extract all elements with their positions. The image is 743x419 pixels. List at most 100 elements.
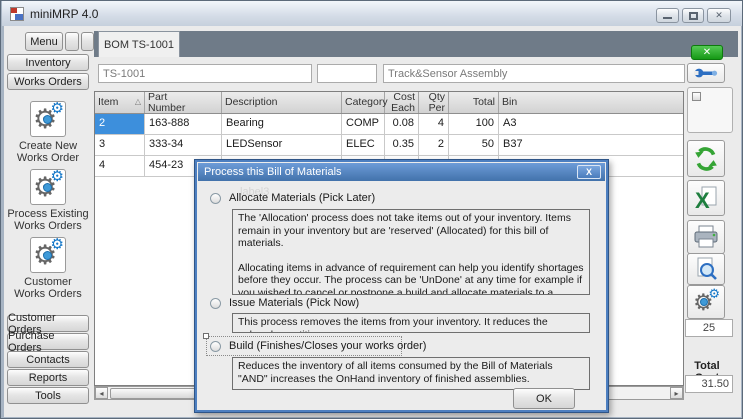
table-row[interactable]: 2 163-888 Bearing COMP 0.08 4 100 A3 (95, 114, 683, 135)
cell-item[interactable]: 3 (95, 135, 145, 155)
gears-icon: ⚙ ⚙ (691, 287, 721, 317)
part-number-field[interactable] (98, 64, 312, 83)
gears-icon: ⚙⚙ (31, 170, 65, 204)
selection-handle (203, 333, 209, 339)
toolbar-small-button-2[interactable] (81, 32, 94, 51)
issue-materials-label: Issue Materials (Pick Now) (229, 297, 359, 309)
cell-category[interactable]: COMP (342, 114, 385, 134)
total-cost-value[interactable] (685, 375, 733, 393)
dialog-titlebar: Process this Bill of Materials X (198, 163, 605, 181)
cell-item[interactable]: 4 (95, 156, 145, 176)
sidebar-item-purchase-orders[interactable]: Purchase Orders (7, 333, 89, 350)
close-x-icon: ✕ (703, 47, 711, 58)
build-label: Build (Finishes/Closes your works order) (229, 340, 426, 352)
sidebar-item-tools[interactable]: Tools (7, 387, 89, 404)
allocate-description-paragraph: The 'Allocation' process does not take i… (238, 212, 584, 250)
build-option[interactable]: Build (Finishes/Closes your works order) (210, 340, 426, 352)
wrench-icon (693, 66, 719, 80)
build-description-paragraph: Reduces the inventory of all items consu… (238, 360, 584, 385)
cell-cost-each[interactable]: 0.08 (385, 114, 419, 134)
cell-part-number[interactable]: 333-34 (145, 135, 222, 155)
sidebar-item-contacts[interactable]: Contacts (7, 351, 89, 368)
cell-item-selected[interactable]: 2 (95, 114, 145, 134)
tab-bom-ts-1001[interactable]: BOM TS-1001 (98, 31, 180, 57)
column-header-item[interactable]: Item△ (95, 92, 145, 113)
gears-icon: ⚙⚙ (31, 102, 65, 136)
maximize-icon (689, 12, 698, 20)
customer-works-orders-button[interactable]: ⚙⚙ (30, 237, 66, 273)
sort-ascending-icon: △ (135, 97, 141, 108)
cell-cost-each[interactable]: 0.35 (385, 135, 419, 155)
process-existing-works-orders-button[interactable]: ⚙⚙ (30, 169, 66, 205)
issue-description-box: This process removes the items from your… (232, 313, 590, 333)
cell-category[interactable]: ELEC (342, 135, 385, 155)
customer-works-orders-label: Customer Works Orders (1, 276, 95, 300)
print-button[interactable] (687, 220, 725, 254)
cell-description[interactable]: Bearing (222, 114, 342, 134)
close-icon: ✕ (715, 10, 723, 21)
radio-button-icon[interactable] (210, 298, 221, 309)
close-button[interactable]: ✕ (707, 8, 731, 23)
radio-button-icon[interactable] (210, 341, 221, 352)
checkbox[interactable] (692, 92, 701, 101)
column-header-bin[interactable]: Bin (499, 92, 683, 113)
column-header-total[interactable]: Total (449, 92, 499, 113)
issue-description-paragraph: This process removes the items from your… (238, 316, 584, 333)
cell-part-number[interactable]: 163-888 (145, 114, 222, 134)
sidebar-item-inventory[interactable]: Inventory (7, 54, 89, 71)
column-header-part-number[interactable]: Part Number (145, 92, 222, 113)
scroll-right-icon[interactable]: ▸ (670, 387, 683, 399)
cell-bin[interactable]: A3 (499, 114, 683, 134)
revision-field[interactable] (317, 64, 377, 83)
process-existing-works-orders-label: Process Existing Works Orders (1, 208, 95, 232)
svg-text:X: X (695, 188, 710, 211)
sidebar-item-reports[interactable]: Reports (7, 369, 89, 386)
cell-bin[interactable]: B37 (499, 135, 683, 155)
table-header-row: Item△ Part Number Description Category C… (95, 92, 683, 114)
excel-export-icon: X (693, 185, 719, 211)
menu-button[interactable]: Menu (25, 32, 63, 51)
column-header-qty-per[interactable]: Qty Per (419, 92, 449, 113)
radio-button-icon[interactable] (210, 193, 221, 204)
build-description-box: Reduces the inventory of all items consu… (232, 357, 590, 390)
settings-wrench-button[interactable] (687, 63, 725, 83)
print-preview-button[interactable] (687, 253, 725, 285)
cell-qty-per[interactable]: 4 (419, 114, 449, 134)
export-excel-button[interactable]: X (687, 180, 725, 216)
column-header-description[interactable]: Description (222, 92, 342, 113)
table-row[interactable]: 3 333-34 LEDSensor ELEC 0.35 2 50 B37 (95, 135, 683, 156)
description-field[interactable] (383, 64, 685, 83)
create-new-works-order-button[interactable]: ⚙⚙ (30, 101, 66, 137)
print-icon (693, 225, 719, 249)
minimize-icon (663, 17, 672, 19)
print-preview-icon (694, 257, 718, 281)
cell-qty-per[interactable]: 2 (419, 135, 449, 155)
toolbar-small-button-1[interactable] (65, 32, 79, 51)
column-header-category[interactable]: Category (342, 92, 385, 113)
allocate-materials-option[interactable]: Allocate Materials (Pick Later) (210, 192, 375, 204)
issue-materials-option[interactable]: Issue Materials (Pick Now) (210, 297, 359, 309)
close-bom-button[interactable]: ✕ (691, 45, 723, 60)
dialog-title: Process this Bill of Materials (204, 166, 342, 178)
dialog-close-button[interactable]: X (577, 165, 601, 179)
allocate-description-paragraph: Allocating items in advance of requireme… (238, 262, 584, 296)
build-quantity-input[interactable] (685, 319, 733, 337)
create-new-works-order-label: Create New Works Order (1, 140, 95, 164)
window-titlebar: miniMRP 4.0 (2, 1, 743, 26)
cell-description[interactable]: LEDSensor (222, 135, 342, 155)
scroll-left-icon[interactable]: ◂ (95, 387, 108, 399)
app-icon (10, 7, 24, 21)
maximize-button[interactable] (682, 8, 704, 23)
sidebar-item-works-orders[interactable]: Works Orders (7, 73, 89, 90)
gears-icon: ⚙⚙ (31, 238, 65, 272)
app-window: miniMRP 4.0 ✕ Menu Inventory Works Order… (0, 0, 743, 419)
process-bom-button[interactable]: ⚙ ⚙ (687, 285, 725, 319)
window-title: miniMRP 4.0 (30, 7, 98, 21)
refresh-button[interactable] (687, 140, 725, 177)
cell-total[interactable]: 100 (449, 114, 499, 134)
allocate-materials-label: Allocate Materials (Pick Later) (229, 192, 375, 204)
column-header-cost-each[interactable]: Cost Each (385, 92, 419, 113)
minimize-button[interactable] (656, 8, 679, 23)
ok-button[interactable]: OK (513, 388, 575, 409)
cell-total[interactable]: 50 (449, 135, 499, 155)
